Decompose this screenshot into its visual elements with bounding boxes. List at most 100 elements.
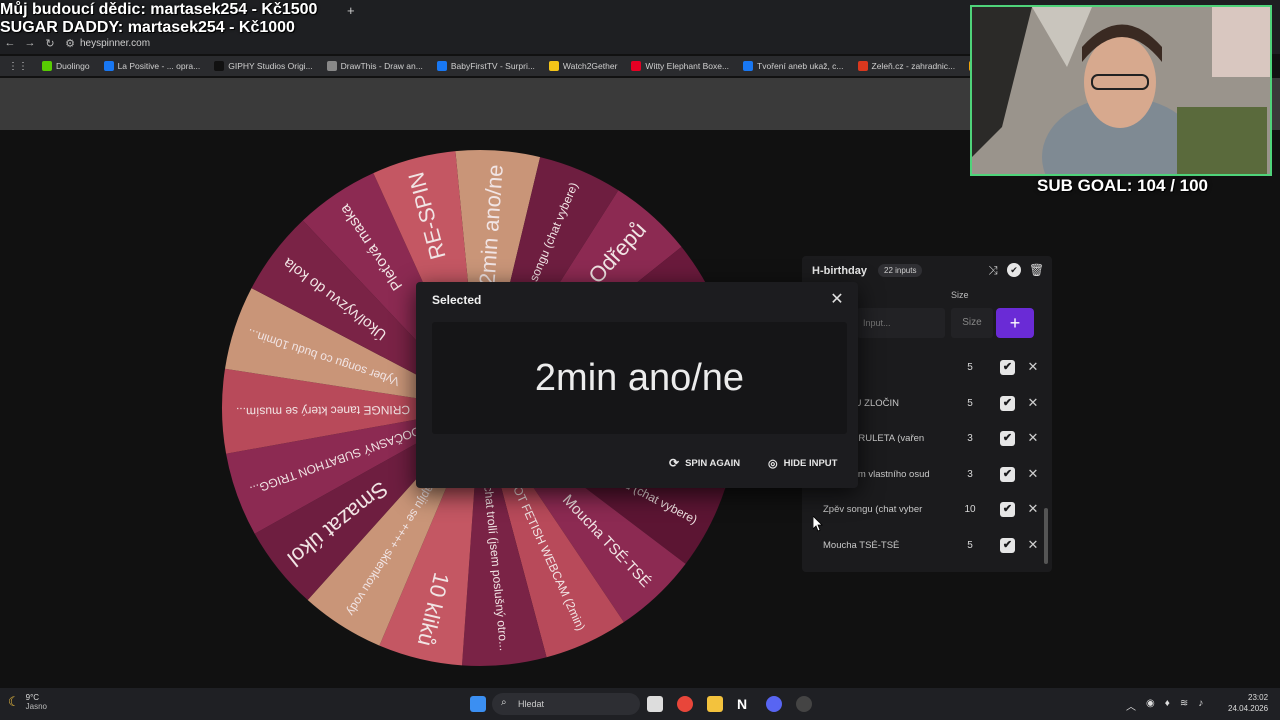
delete-entry-icon[interactable]: ✕ bbox=[1026, 466, 1040, 482]
bookmark-item[interactable]: Witty Elephant Boxe... bbox=[631, 61, 729, 71]
trash-icon[interactable]: 🗑 bbox=[1029, 263, 1044, 277]
entry-enabled-checkbox[interactable]: ✔ bbox=[1000, 466, 1015, 482]
reload-icon[interactable]: ↻ bbox=[40, 37, 60, 50]
bookmark-label: Duolingo bbox=[56, 61, 90, 71]
back-icon[interactable]: ← bbox=[0, 37, 20, 49]
entry-row[interactable]: Zpěv songu (chat vyber 10 ✔ ✕ bbox=[814, 496, 1040, 524]
bookmark-favicon-icon bbox=[214, 61, 225, 71]
check-all-icon[interactable]: ✔ bbox=[1007, 263, 1021, 277]
result-box: 2min ano/ne bbox=[432, 322, 847, 434]
mic-icon[interactable]: ♦ bbox=[1165, 698, 1170, 713]
taskbar-search[interactable]: Hledat bbox=[492, 693, 640, 715]
discord-icon[interactable] bbox=[766, 696, 782, 712]
delete-entry-icon[interactable]: ✕ bbox=[1026, 430, 1040, 446]
bookmark-item[interactable]: Duolingo bbox=[42, 61, 90, 71]
wheel-title: H-birthday bbox=[812, 265, 867, 277]
weather-temp: 9°C bbox=[25, 693, 40, 702]
delete-entry-icon[interactable]: ✕ bbox=[1026, 537, 1040, 553]
donation-alert: Můj budoucí dědic: martasek254 - Kč1500 bbox=[0, 1, 318, 18]
bookmark-favicon-icon bbox=[857, 61, 868, 71]
entry-enabled-checkbox[interactable]: ✔ bbox=[1000, 360, 1015, 375]
entry-size[interactable]: 5 bbox=[952, 532, 988, 560]
new-tab-button[interactable]: + bbox=[347, 3, 355, 18]
bookmark-item[interactable]: GIPHY Studios Origi... bbox=[214, 61, 313, 71]
size-input[interactable]: Size bbox=[951, 308, 993, 338]
notion-icon[interactable]: N bbox=[737, 696, 753, 712]
bookmark-favicon-icon bbox=[436, 61, 447, 71]
site-info-icon[interactable]: ⚙ bbox=[60, 37, 80, 50]
bookmark-favicon-icon bbox=[743, 61, 754, 71]
bookmark-item[interactable]: DrawThis - Draw an... bbox=[326, 61, 423, 71]
webcam-feed bbox=[970, 5, 1272, 176]
bookmark-item[interactable]: Watch2Gether bbox=[548, 61, 618, 71]
weather-widget[interactable]: ☾ 9°C Jasno bbox=[8, 693, 47, 711]
bookmark-favicon-icon bbox=[326, 61, 337, 71]
bookmark-item[interactable]: Zeleň.cz - zahradnic... bbox=[857, 61, 956, 71]
clock[interactable]: 23:02 24.04.2026 bbox=[1228, 692, 1268, 714]
entry-name[interactable]: Moucha TSÉ-TSÉ bbox=[823, 532, 943, 560]
entry-size[interactable]: 3 bbox=[952, 425, 988, 453]
url-text[interactable]: heyspinner.com bbox=[80, 38, 150, 49]
moon-icon: ☾ bbox=[8, 694, 20, 709]
add-entry-button[interactable]: + bbox=[996, 308, 1034, 338]
entry-name[interactable]: Zpěv songu (chat vyber bbox=[823, 496, 943, 524]
bookmark-favicon-icon bbox=[631, 61, 642, 71]
entry-enabled-checkbox[interactable]: ✔ bbox=[1000, 431, 1015, 446]
obs-icon[interactable] bbox=[796, 696, 812, 712]
entry-size[interactable]: 10 bbox=[952, 496, 988, 524]
weather-desc: Jasno bbox=[25, 702, 48, 711]
entry-size[interactable]: 3 bbox=[952, 461, 988, 489]
entry-size[interactable]: 5 bbox=[952, 390, 988, 418]
eye-off-icon: ◎ bbox=[768, 457, 778, 470]
clock-date: 24.04.2026 bbox=[1228, 704, 1269, 713]
network-icon[interactable]: ◉ bbox=[1146, 698, 1155, 713]
delete-entry-icon[interactable]: ✕ bbox=[1026, 395, 1040, 411]
delete-entry-icon[interactable]: ✕ bbox=[1026, 359, 1040, 375]
apps-icon[interactable]: ⋮⋮ bbox=[8, 61, 28, 72]
bookmark-item[interactable]: BabyFirstTV - Surpri... bbox=[436, 61, 535, 71]
shuffle-icon[interactable]: ⤨ bbox=[986, 263, 1000, 277]
taskbar: ☾ 9°C Jasno Hledat ⌕ N ︿ ◉ ♦ ≋ ♪ 23:02 2… bbox=[0, 688, 1280, 720]
entry-row[interactable]: Moucha TSÉ-TSÉ 5 ✔ ✕ bbox=[814, 532, 1040, 560]
hide-input-label: HIDE INPUT bbox=[783, 457, 838, 469]
volume-icon[interactable]: ♪ bbox=[1198, 698, 1203, 713]
bookmarks-bar: ⋮⋮ Duolingo La Positive - ... opra... GIPH… bbox=[0, 56, 980, 76]
wheel-segment-label: CRINGE tanec který se musím... bbox=[236, 403, 410, 419]
close-icon[interactable]: ✕ bbox=[828, 291, 846, 309]
entry-input[interactable]: Input... bbox=[857, 308, 945, 338]
entry-size[interactable]: 5 bbox=[952, 354, 988, 382]
forward-icon[interactable]: → bbox=[20, 37, 40, 49]
bookmark-item[interactable]: La Positive - ... opra... bbox=[103, 61, 201, 71]
spin-again-button[interactable]: ⟳ SPIN AGAIN bbox=[669, 452, 740, 474]
delete-entry-icon[interactable]: ✕ bbox=[1026, 501, 1040, 517]
bookmark-favicon-icon bbox=[42, 61, 52, 71]
chrome-icon[interactable] bbox=[677, 696, 693, 712]
bookmark-item[interactable]: Tvoření aneb ukaž, c... bbox=[743, 61, 844, 71]
selected-dialog: Selected ✕ 2min ano/ne ⟳ SPIN AGAIN ◎ HI… bbox=[416, 282, 858, 488]
task-view-icon[interactable] bbox=[647, 696, 663, 712]
bookmark-favicon-icon bbox=[103, 61, 114, 71]
bookmark-label: BabyFirstTV - Surpri... bbox=[450, 61, 535, 71]
bookmark-label: Witty Elephant Boxe... bbox=[645, 61, 730, 71]
sub-goal-counter: SUB GOAL: 104 / 100 bbox=[1037, 176, 1209, 195]
entry-enabled-checkbox[interactable]: ✔ bbox=[1000, 502, 1015, 517]
entry-enabled-checkbox[interactable]: ✔ bbox=[1000, 537, 1015, 553]
scrollbar[interactable] bbox=[1044, 508, 1048, 564]
system-tray[interactable]: ︿ ◉ ♦ ≋ ♪ bbox=[1126, 698, 1203, 713]
spin-again-label: SPIN AGAIN bbox=[685, 457, 741, 469]
start-icon[interactable] bbox=[470, 696, 486, 712]
folder-icon[interactable] bbox=[707, 696, 723, 712]
selected-result: 2min ano/ne bbox=[534, 357, 745, 399]
bookmark-label: Zeleň.cz - zahradnic... bbox=[871, 61, 956, 71]
bookmark-label: La Positive - ... opra... bbox=[117, 61, 201, 71]
bookmark-favicon-icon bbox=[548, 61, 559, 71]
search-icon: ⌕ bbox=[501, 697, 507, 708]
size-column-header: Size bbox=[951, 290, 969, 300]
chevron-up-icon[interactable]: ︿ bbox=[1126, 698, 1136, 713]
wifi-icon[interactable]: ≋ bbox=[1180, 698, 1188, 713]
bookmark-label: Watch2Gether bbox=[562, 61, 618, 71]
hide-input-button[interactable]: ◎ HIDE INPUT bbox=[768, 452, 837, 474]
bookmark-label: GIPHY Studios Origi... bbox=[228, 61, 313, 71]
entry-enabled-checkbox[interactable]: ✔ bbox=[1000, 395, 1015, 411]
mouse-cursor bbox=[812, 515, 823, 537]
